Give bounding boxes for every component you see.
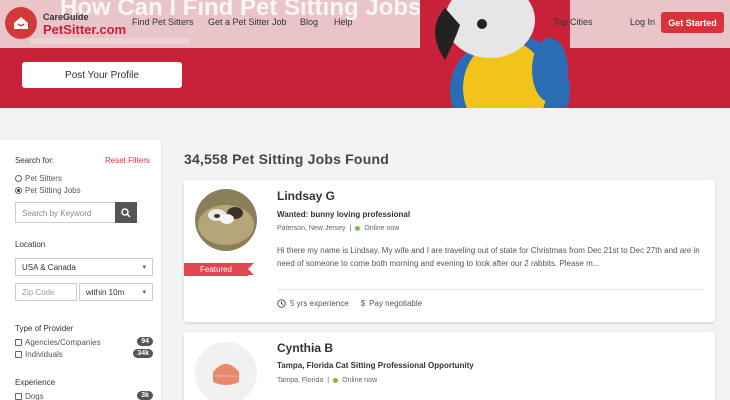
radio-icon: [15, 175, 22, 182]
card-name[interactable]: Lindsay G: [277, 189, 335, 203]
checkbox-icon: [15, 351, 22, 358]
count-badge: 34k: [133, 349, 153, 358]
chevron-down-icon: ▾: [142, 289, 146, 296]
nav-top-cities[interactable]: Top Cities: [553, 17, 593, 27]
radius-select[interactable]: within 10m ▾: [79, 283, 153, 301]
checkbox-icon: [15, 393, 22, 400]
clock-icon: [277, 299, 286, 308]
experience-label: Experience: [15, 378, 56, 387]
location-select[interactable]: USA & Canada ▾: [15, 258, 153, 276]
search-for-label: Search for:: [15, 156, 55, 165]
nav-blog[interactable]: Blog: [300, 17, 318, 27]
logo-house-icon[interactable]: [5, 7, 37, 39]
get-started-button[interactable]: Get Started: [661, 12, 724, 33]
keyword-search-input[interactable]: Search by Keyword: [15, 202, 115, 223]
checkbox-icon: [15, 339, 22, 346]
online-status-icon: [333, 378, 339, 383]
checkbox-agencies[interactable]: Agencies/Companies 94: [15, 337, 153, 347]
radio-selected-icon: [15, 187, 22, 194]
nav-help[interactable]: Help: [334, 17, 353, 27]
radio-pet-sitters[interactable]: Pet Sitters: [15, 174, 62, 183]
card-description: Hi there my name is Lindsay. My wife and…: [277, 246, 700, 268]
reset-filters-link[interactable]: Reset Filters: [105, 156, 150, 165]
nav-login[interactable]: Log In: [630, 17, 655, 27]
checkbox-dogs[interactable]: Dogs 3k: [15, 391, 153, 400]
search-icon: [121, 207, 131, 217]
job-card[interactable]: Featured Lindsay G Wanted: bunny loving …: [184, 180, 715, 322]
dollar-icon: $: [360, 299, 366, 308]
provider-type-label: Type of Provider: [15, 324, 74, 333]
count-badge: 94: [137, 337, 153, 346]
logo-petsitter[interactable]: PetSitter.com: [43, 22, 126, 37]
count-badge: 3k: [137, 391, 153, 400]
avatar: [195, 189, 257, 251]
divider: [277, 289, 705, 290]
location-label: Location: [15, 240, 46, 249]
checkbox-individuals[interactable]: Individuals 34k: [15, 349, 153, 359]
nav-get-job[interactable]: Get a Pet Sitter Job: [208, 17, 287, 27]
avatar-placeholder: [195, 342, 257, 400]
card-meta: 5 yrs experience $ Pay negotiable: [277, 299, 422, 308]
search-button[interactable]: [115, 202, 137, 223]
top-nav: CareGuide PetSitter.com Find Pet Sitters…: [0, 0, 730, 46]
card-headline[interactable]: Tampa, Florida Cat Sitting Professional …: [277, 361, 474, 370]
card-location: Tampa, Florida | Online now: [277, 377, 378, 384]
filter-sidebar: Search for: Reset Filters Pet Sitters Pe…: [0, 140, 162, 400]
post-profile-button[interactable]: Post Your Profile: [22, 62, 182, 88]
nav-find-pet-sitters[interactable]: Find Pet Sitters: [132, 17, 194, 27]
featured-badge: Featured: [184, 263, 254, 276]
card-headline[interactable]: Wanted: bunny loving professional: [277, 210, 410, 219]
results-count-title: 34,558 Pet Sitting Jobs Found: [184, 151, 389, 167]
card-location: Paterson, New Jersey | Online now: [277, 225, 400, 232]
job-card[interactable]: Cynthia B Tampa, Florida Cat Sitting Pro…: [184, 332, 715, 400]
logo-careguide[interactable]: CareGuide: [43, 12, 89, 22]
chevron-down-icon: ▾: [142, 264, 146, 271]
card-name[interactable]: Cynthia B: [277, 341, 333, 355]
zip-code-input[interactable]: Zip Code: [15, 283, 77, 301]
radio-pet-sitting-jobs[interactable]: Pet Sitting Jobs: [15, 186, 81, 195]
online-status-icon: [355, 226, 361, 231]
